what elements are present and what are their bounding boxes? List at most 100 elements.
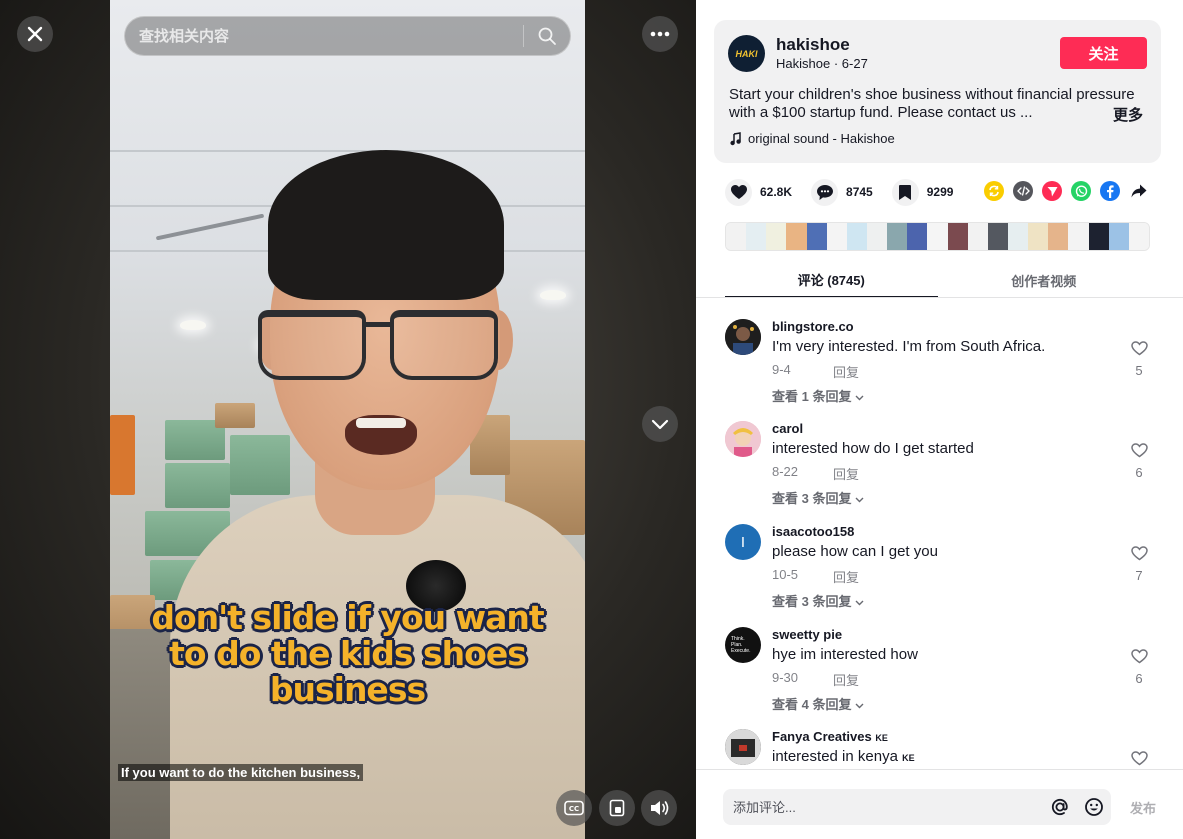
- music-link[interactable]: original sound - Hakishoe: [730, 131, 895, 146]
- comment-date: 9-4: [772, 362, 791, 377]
- volume-button[interactable]: [641, 790, 677, 826]
- whatsapp-icon: [1075, 184, 1087, 197]
- chevron-down-icon: [855, 600, 864, 606]
- comment-composer: 发布: [696, 769, 1183, 839]
- comment-like-count: 7: [1135, 568, 1143, 583]
- comment-date: 10-5: [772, 567, 799, 582]
- emoji-button[interactable]: [1077, 789, 1111, 825]
- comment-date: 8-22: [772, 464, 799, 479]
- video-link-bar[interactable]: [725, 222, 1150, 251]
- commenter-username[interactable]: sweetty pie: [772, 627, 842, 642]
- like-count: 62.8K: [760, 185, 793, 199]
- video-player[interactable]: don't slide if you want to do the kids s…: [0, 0, 696, 839]
- search-bar[interactable]: [124, 16, 571, 56]
- closed-caption-icon: CC: [564, 800, 584, 816]
- captions-button[interactable]: CC: [556, 790, 592, 826]
- link-bar-segment: [1068, 223, 1089, 250]
- like-button[interactable]: [725, 178, 752, 206]
- post-date: 6-27: [841, 56, 868, 71]
- search-button[interactable]: [524, 17, 570, 55]
- box: [230, 435, 290, 495]
- embed-button[interactable]: [1013, 181, 1033, 201]
- view-replies-label: 查看 1 条回复: [772, 389, 852, 404]
- author-card: HAKI hakishoe Hakishoe · 6-27 关注 Start y…: [714, 20, 1161, 163]
- repost-icon: [989, 185, 999, 197]
- heart-icon: [730, 184, 747, 199]
- commenter-username[interactable]: carol: [772, 421, 803, 436]
- commenter-avatar[interactable]: [725, 319, 761, 355]
- comment-like-button[interactable]: [1128, 751, 1150, 768]
- glasses-lens: [390, 310, 498, 380]
- author-username[interactable]: hakishoe: [776, 35, 850, 55]
- author-avatar[interactable]: HAKI: [728, 35, 765, 72]
- person-hair: [268, 150, 504, 300]
- reply-button[interactable]: 回复: [833, 464, 859, 483]
- tab-creator-videos[interactable]: 创作者视频: [938, 262, 1151, 298]
- repost-button[interactable]: [984, 181, 1004, 201]
- link-bar-segment: [806, 223, 827, 250]
- bookmark-icon: [899, 184, 912, 200]
- close-icon: [27, 26, 43, 42]
- comment-button[interactable]: [811, 178, 839, 206]
- search-icon: [538, 27, 556, 45]
- comment-like-count: 5: [1135, 363, 1143, 378]
- floating-player-button[interactable]: [599, 790, 635, 826]
- comment-like-button[interactable]: 6: [1128, 443, 1150, 480]
- more-share-button[interactable]: [1129, 181, 1149, 201]
- commenter-username[interactable]: isaacotoo158: [772, 524, 854, 539]
- engagement-stats: 62.8K 8745 9299: [725, 178, 972, 206]
- comment-list[interactable]: blingstore.co I'm very interested. I'm f…: [696, 298, 1183, 768]
- dot-separator: ·: [833, 56, 842, 71]
- view-replies-button[interactable]: 查看 3 条回复: [772, 488, 864, 507]
- send-to-friends-button[interactable]: [1042, 181, 1062, 201]
- facebook-icon: [1107, 184, 1114, 198]
- search-input[interactable]: [125, 17, 523, 55]
- save-button[interactable]: [891, 178, 919, 206]
- comment-icon: [816, 184, 833, 200]
- commenter-username[interactable]: blingstore.co: [772, 319, 854, 334]
- view-replies-button[interactable]: 查看 4 条回复: [772, 694, 864, 713]
- video-frame[interactable]: [110, 0, 585, 839]
- glasses-lens: [258, 310, 366, 380]
- link-bar-segment: [866, 223, 888, 250]
- details-panel: HAKI hakishoe Hakishoe · 6-27 关注 Start y…: [696, 0, 1183, 839]
- comment-like-button[interactable]: 7: [1128, 546, 1150, 583]
- commenter-avatar[interactable]: I: [725, 524, 761, 560]
- person-glasses: [258, 310, 498, 390]
- caption-line: business: [269, 670, 426, 709]
- heart-outline-icon: [1130, 443, 1148, 458]
- tab-comments[interactable]: 评论 (8745): [725, 262, 938, 298]
- commenter-avatar[interactable]: [725, 421, 761, 457]
- view-replies-label: 查看 3 条回复: [772, 491, 852, 506]
- comment-text: interested how do I get started: [772, 440, 974, 457]
- post-comment-button[interactable]: 发布: [1130, 798, 1156, 817]
- reply-button[interactable]: 回复: [833, 670, 859, 689]
- reply-button[interactable]: 回复: [833, 567, 859, 586]
- facebook-share-button[interactable]: [1100, 181, 1120, 201]
- comment-input[interactable]: [723, 789, 1043, 825]
- next-video-button[interactable]: [642, 406, 678, 442]
- box: [165, 463, 230, 508]
- comment-input-box[interactable]: [723, 789, 1111, 825]
- tiktok-video-page: don't slide if you want to do the kids s…: [0, 0, 1183, 839]
- emoji-icon: [1085, 798, 1103, 816]
- chevron-down-icon: [855, 497, 864, 503]
- view-replies-button[interactable]: 查看 3 条回复: [772, 591, 864, 610]
- commenter-username[interactable]: Fanya Creatives KE: [772, 729, 888, 744]
- commenter-avatar[interactable]: Think. Plan. Execute.: [725, 627, 761, 663]
- view-replies-button[interactable]: 查看 1 条回复: [772, 386, 864, 405]
- avatar-image-icon: [725, 421, 761, 457]
- expand-description-button[interactable]: 更多: [1113, 104, 1143, 125]
- avatar-logo-text: Think. Plan. Execute.: [731, 636, 751, 654]
- comment-like-button[interactable]: 6: [1128, 649, 1150, 686]
- commenter-avatar[interactable]: [725, 729, 761, 765]
- comment-like-count: 6: [1135, 465, 1143, 480]
- mention-button[interactable]: [1043, 789, 1077, 825]
- music-title: original sound - Hakishoe: [748, 131, 895, 146]
- whatsapp-share-button[interactable]: [1071, 181, 1091, 201]
- more-options-button[interactable]: [642, 16, 678, 52]
- close-button[interactable]: [17, 16, 53, 52]
- follow-button[interactable]: 关注: [1060, 37, 1147, 69]
- reply-button[interactable]: 回复: [833, 362, 859, 381]
- comment-like-button[interactable]: 5: [1128, 341, 1150, 378]
